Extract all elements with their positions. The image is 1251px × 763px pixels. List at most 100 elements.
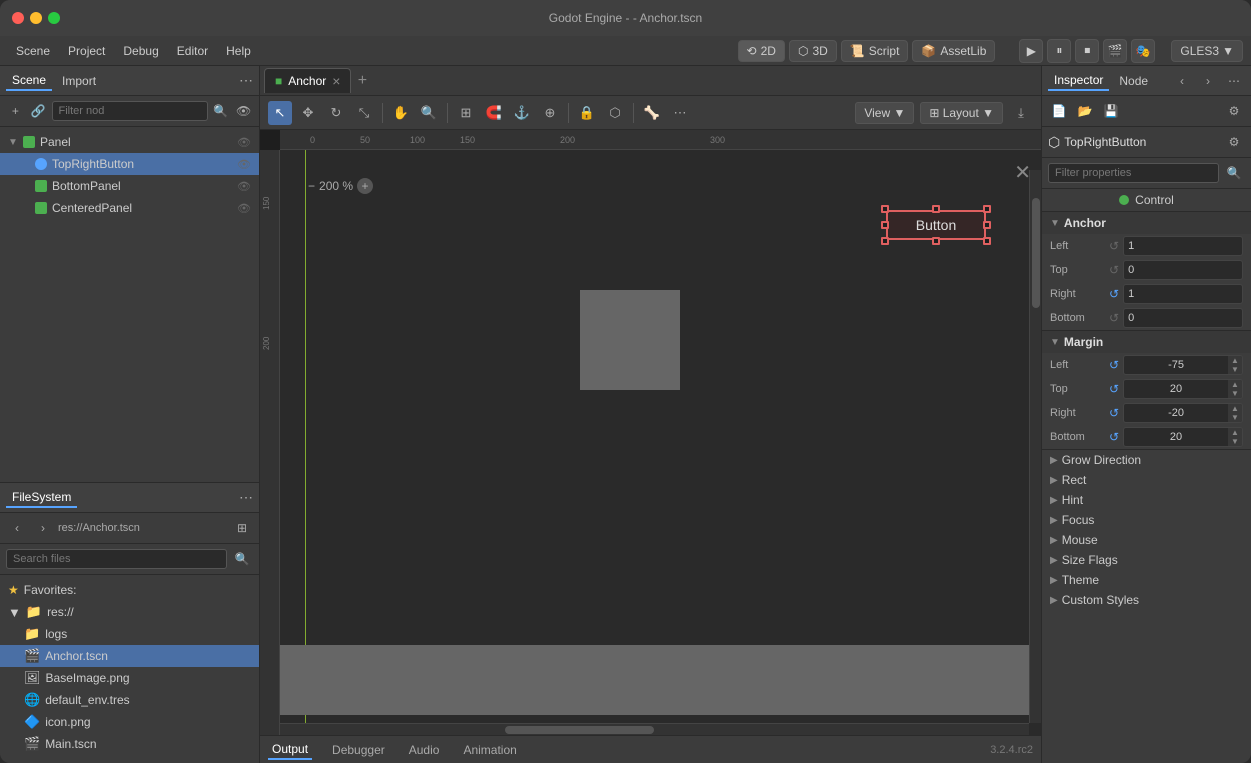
margin-top-down[interactable]: ▼ [1228,389,1242,398]
handle-bc[interactable] [932,237,940,245]
add-node-button[interactable]: + [6,100,25,122]
tab-inspector[interactable]: Inspector [1048,71,1109,91]
mode-3d-button[interactable]: ⬡ 3D [789,40,837,62]
margin-right-reset[interactable]: ↺ [1109,406,1119,420]
vscroll-thumb[interactable] [1032,198,1040,309]
anchor-right-value[interactable]: 1 [1123,284,1243,304]
fs-item-res[interactable]: ▼ 📁 res:// [0,601,259,623]
margin-left-reset[interactable]: ↺ [1109,358,1119,372]
filter-node-input[interactable] [52,101,208,121]
anchor-top-reset[interactable]: ↺ [1109,263,1119,277]
eye-icon-3[interactable]: 👁 [237,180,251,193]
margin-top-up[interactable]: ▲ [1228,380,1242,389]
size-flags-item[interactable]: ▶ Size Flags [1042,550,1251,570]
close-tab-icon[interactable]: × [332,73,340,89]
zoom-plus-button[interactable]: + [357,178,373,194]
vertical-scrollbar[interactable] [1029,170,1041,723]
layout-button[interactable]: ⊞ [231,517,253,539]
filesystem-panel-menu[interactable]: ⋯ [239,489,253,506]
tree-item-toprightbutton[interactable]: TopRightButton 👁 [0,153,259,175]
margin-right-up[interactable]: ▲ [1228,404,1242,413]
play-button[interactable]: ▶ [1019,39,1043,63]
anchor-top-value[interactable]: 0 [1123,260,1243,280]
group-tool[interactable]: ⬡ [603,101,627,125]
anchor-left-value[interactable]: 1 [1123,236,1243,256]
back-button[interactable]: ‹ [6,517,28,539]
margin-bottom-down[interactable]: ▼ [1228,437,1242,446]
inspector-history-back[interactable]: ‹ [1171,70,1193,92]
pan-tool[interactable]: ✋ [389,101,413,125]
move-tool[interactable]: ✥ [296,101,320,125]
fs-item-logs[interactable]: 📁 logs [0,623,259,645]
pivot-tool[interactable]: ⊕ [538,101,562,125]
maximize-button[interactable] [48,12,60,24]
filter-search-icon[interactable]: 🔍 [1223,162,1245,184]
hscroll-thumb[interactable] [505,726,655,734]
anchor-section-header[interactable]: ▼ Anchor [1042,212,1251,234]
zoom-tool[interactable]: 🔍 [417,101,441,125]
inspector-new-icon[interactable]: 📄 [1048,100,1070,122]
margin-left-down[interactable]: ▼ [1228,365,1242,374]
renderer-button[interactable]: GLES3 ▼ [1171,40,1243,62]
viewport-button[interactable]: Button [886,210,986,240]
anchor-bottom-value[interactable]: 0 [1123,308,1243,328]
tree-item-centeredpanel[interactable]: CenteredPanel 👁 [0,197,259,219]
custom-styles-item[interactable]: ▶ Custom Styles [1042,590,1251,610]
tree-item-bottompanel[interactable]: BottomPanel 👁 [0,175,259,197]
tab-node[interactable]: Node [1113,72,1154,90]
handle-tl[interactable] [881,205,889,213]
hint-item[interactable]: ▶ Hint [1042,490,1251,510]
inspector-history-forward[interactable]: › [1197,70,1219,92]
tab-import[interactable]: Import [56,72,102,90]
more-tools[interactable]: ⋯ [668,101,692,125]
margin-bottom-spinbox[interactable]: 20 ▲ ▼ [1123,427,1243,447]
editor-tab-anchor[interactable]: ■ Anchor × [264,68,351,93]
tree-item-panel[interactable]: ▼ Panel 👁 [0,131,259,153]
menu-editor[interactable]: Editor [169,40,216,62]
horizontal-scrollbar[interactable] [280,723,1029,735]
zoom-minus[interactable]: − [308,179,315,193]
margin-right-spinbox[interactable]: -20 ▲ ▼ [1123,403,1243,423]
fs-item-anchor[interactable]: 🎬 Anchor.tscn [0,645,259,667]
margin-section-header[interactable]: ▼ Margin [1042,331,1251,353]
menu-project[interactable]: Project [60,40,113,62]
fs-item-baseimage[interactable]: 🖼 BaseImage.png [0,667,259,689]
fs-item-icon[interactable]: 🔷 icon.png [0,711,259,733]
view-button[interactable]: View ▼ [855,102,914,124]
fs-item-defaultenv[interactable]: 🌐 default_env.tres [0,689,259,711]
tab-scene[interactable]: Scene [6,71,52,91]
anchor-right-reset[interactable]: ↺ [1109,287,1119,301]
grow-direction-item[interactable]: ▶ Grow Direction [1042,450,1251,470]
handle-tc[interactable] [932,205,940,213]
anchor-left-reset[interactable]: ↺ [1109,239,1119,253]
rect-item[interactable]: ▶ Rect [1042,470,1251,490]
play-scene-button[interactable]: 🎬 [1103,39,1127,63]
fs-item-main[interactable]: 🎬 Main.tscn [0,733,259,755]
stop-button[interactable]: ⏹ [1075,39,1099,63]
focus-item[interactable]: ▶ Focus [1042,510,1251,530]
search-icon-fs[interactable]: 🔍 [231,548,253,570]
grid-snap-tool[interactable]: ⊞ [454,101,478,125]
script-button[interactable]: 📜 Script [841,40,909,62]
inspector-menu[interactable]: ⋯ [1223,70,1245,92]
handle-br[interactable] [983,237,991,245]
canvas-area[interactable]: 0 50 100 150 200 300 150 200 [260,130,1041,735]
bone-tool[interactable]: 🦴 [640,101,664,125]
eye-icon-4[interactable]: 👁 [237,202,251,215]
tab-debugger[interactable]: Debugger [328,741,389,759]
mode-2d-button[interactable]: ⟲ 2D [738,40,785,62]
menu-scene[interactable]: Scene [8,40,58,62]
close-button[interactable] [12,12,24,24]
node-settings-icon[interactable]: ⚙ [1223,131,1245,153]
margin-left-up[interactable]: ▲ [1228,356,1242,365]
download-icon[interactable]: ⤓ [1009,101,1033,125]
margin-right-down[interactable]: ▼ [1228,413,1242,422]
assetlib-button[interactable]: 📦 AssetLib [912,40,995,62]
link-node-button[interactable]: 🔗 [29,100,48,122]
margin-top-reset[interactable]: ↺ [1109,382,1119,396]
margin-bottom-reset[interactable]: ↺ [1109,430,1119,444]
margin-bottom-up[interactable]: ▲ [1228,428,1242,437]
rotate-tool[interactable]: ↻ [324,101,348,125]
handle-tr[interactable] [983,205,991,213]
menu-debug[interactable]: Debug [115,40,166,62]
